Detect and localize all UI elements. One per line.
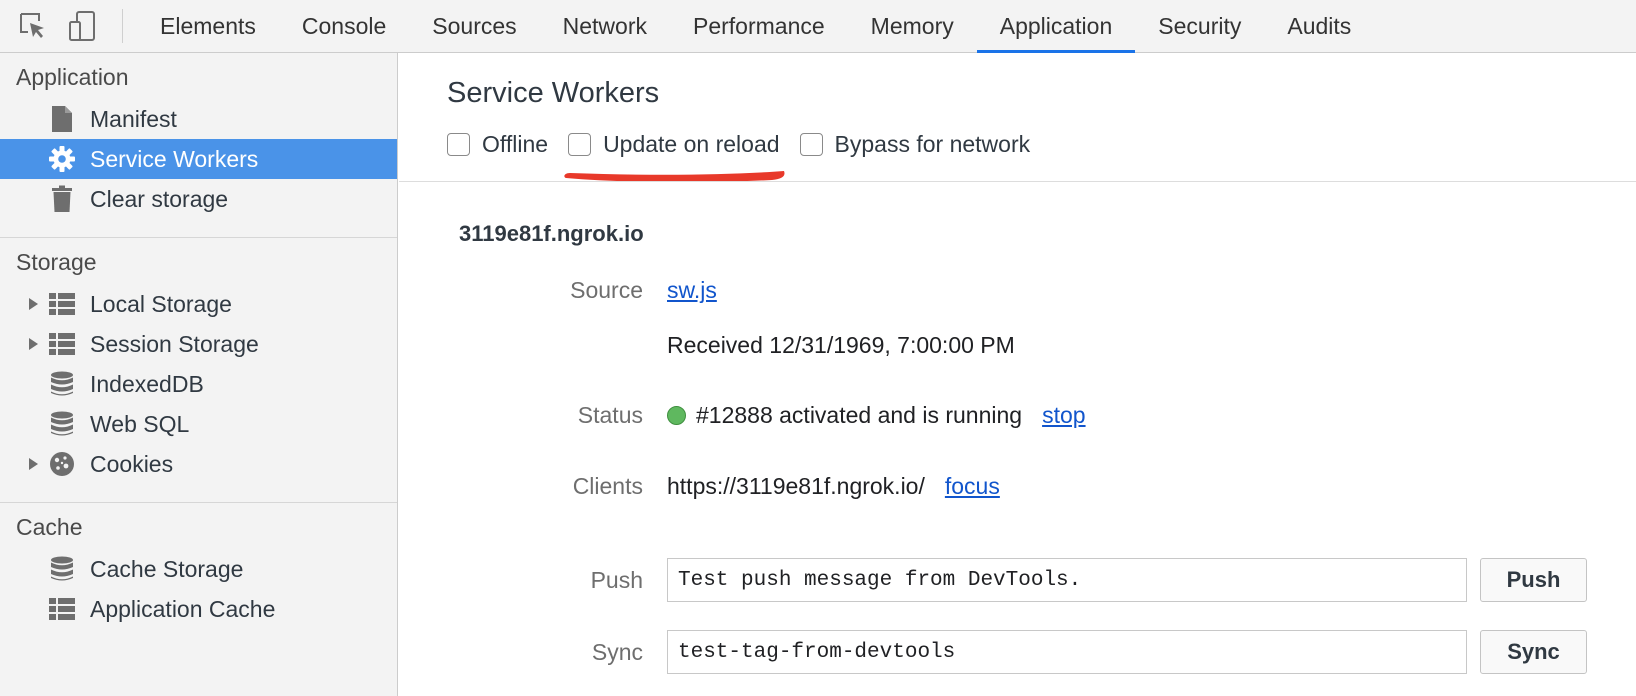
devtools-tab-bar: Elements Console Sources Network Perform… xyxy=(0,0,1636,53)
source-label: Source xyxy=(570,277,643,303)
table-icon xyxy=(48,595,76,623)
update-on-reload-checkbox[interactable] xyxy=(568,133,592,156)
sidebar-item-label: Clear storage xyxy=(90,185,229,212)
sidebar-item-indexeddb[interactable]: IndexedDB xyxy=(0,364,397,404)
sync-label: Sync xyxy=(591,638,643,665)
tab-console[interactable]: Console xyxy=(279,0,409,52)
tab-elements[interactable]: Elements xyxy=(137,0,279,52)
sidebar-section-storage: Storage xyxy=(16,249,97,275)
clients-label: Clients xyxy=(572,473,643,499)
sidebar-item-label: Web SQL xyxy=(90,410,190,437)
bypass-for-network-option[interactable]: Bypass for network xyxy=(799,131,1031,158)
sidebar-item-label: Cookies xyxy=(90,450,174,477)
sidebar-item-application-cache[interactable]: Application Cache xyxy=(0,589,397,629)
sidebar-item-label: Manifest xyxy=(90,105,177,132)
service-workers-panel: Service Workers Offline Update on reload… xyxy=(399,53,1636,696)
database-icon xyxy=(48,410,76,438)
sidebar-item-service-workers[interactable]: Service Workers xyxy=(0,139,397,179)
sidebar: Application Manifest Service Workers Cle… xyxy=(0,53,398,696)
sidebar-item-web-sql[interactable]: Web SQL xyxy=(0,404,397,444)
offline-option[interactable]: Offline xyxy=(447,131,548,158)
status-indicator-icon xyxy=(667,406,686,425)
tab-security[interactable]: Security xyxy=(1135,0,1264,52)
database-icon xyxy=(48,370,76,398)
document-icon xyxy=(48,105,76,133)
push-row: Push Test push message from DevTools. Pu… xyxy=(399,558,1636,602)
red-underline-annotation xyxy=(564,171,785,183)
client-url: https://3119e81f.ngrok.io/ xyxy=(667,473,925,499)
worker-origin: 3119e81f.ngrok.io xyxy=(459,221,644,246)
sidebar-item-cache-storage[interactable]: Cache Storage xyxy=(0,549,397,589)
received-row: Received 12/31/1969, 7:00:00 PM xyxy=(399,332,1636,359)
status-label: Status xyxy=(577,402,643,428)
sidebar-item-label: Cache Storage xyxy=(90,555,244,582)
cookie-icon xyxy=(48,450,76,478)
sidebar-section-application: Application xyxy=(16,64,129,90)
tab-audits[interactable]: Audits xyxy=(1264,0,1374,52)
sync-tag-input[interactable]: test-tag-from-devtools xyxy=(667,630,1467,674)
toolbar-separator xyxy=(122,9,123,43)
sidebar-item-label: Session Storage xyxy=(90,330,259,357)
sidebar-item-manifest[interactable]: Manifest xyxy=(0,99,397,139)
table-icon xyxy=(48,290,76,318)
offline-checkbox[interactable] xyxy=(447,133,470,156)
table-icon xyxy=(48,330,76,358)
focus-link[interactable]: focus xyxy=(945,473,1000,500)
status-text: #12888 activated and is running xyxy=(696,402,1023,428)
trash-icon xyxy=(48,185,76,213)
push-message-input[interactable]: Test push message from DevTools. xyxy=(667,558,1467,602)
tab-sources[interactable]: Sources xyxy=(409,0,539,52)
update-on-reload-option[interactable]: Update on reload xyxy=(568,131,780,158)
sidebar-item-clear-storage[interactable]: Clear storage xyxy=(0,179,397,219)
expand-triangle-icon[interactable] xyxy=(25,297,41,311)
source-link[interactable]: sw.js xyxy=(667,277,717,304)
clients-row: Clients https://3119e81f.ngrok.io/ focus xyxy=(399,473,1636,500)
bypass-for-network-checkbox[interactable] xyxy=(799,133,823,156)
offline-label: Offline xyxy=(482,131,549,157)
panel-divider xyxy=(399,181,1636,182)
sidebar-item-label: Service Workers xyxy=(90,145,259,172)
tab-performance[interactable]: Performance xyxy=(670,0,848,52)
status-row: Status #12888 activated and is running s… xyxy=(399,402,1636,429)
device-toolbar-icon[interactable] xyxy=(58,0,108,52)
sidebar-item-label: IndexedDB xyxy=(90,370,204,397)
gear-icon xyxy=(48,145,76,173)
database-icon xyxy=(48,555,76,583)
sync-button[interactable]: Sync xyxy=(1480,630,1587,674)
expand-triangle-icon[interactable] xyxy=(25,457,41,471)
received-timestamp: Received 12/31/1969, 7:00:00 PM xyxy=(667,332,1015,358)
push-button[interactable]: Push xyxy=(1480,558,1587,602)
bypass-for-network-label: Bypass for network xyxy=(834,131,1031,157)
service-worker-options: Offline Update on reload Bypass for netw… xyxy=(447,131,1050,158)
sync-row: Sync test-tag-from-devtools Sync xyxy=(399,630,1636,674)
update-on-reload-label: Update on reload xyxy=(603,131,780,157)
sidebar-item-local-storage[interactable]: Local Storage xyxy=(0,284,397,324)
stop-link[interactable]: stop xyxy=(1042,402,1085,429)
sidebar-section-cache: Cache xyxy=(16,514,83,540)
sidebar-item-session-storage[interactable]: Session Storage xyxy=(0,324,397,364)
push-label: Push xyxy=(590,566,643,593)
sidebar-item-label: Local Storage xyxy=(90,290,232,317)
source-row: Source sw.js xyxy=(399,277,1636,304)
expand-triangle-icon[interactable] xyxy=(25,337,41,351)
tab-network[interactable]: Network xyxy=(540,0,670,52)
tab-application[interactable]: Application xyxy=(976,0,1136,53)
sidebar-item-label: Application Cache xyxy=(90,595,276,622)
inspect-element-icon[interactable] xyxy=(8,0,58,52)
sidebar-item-cookies[interactable]: Cookies xyxy=(0,444,397,484)
tab-memory[interactable]: Memory xyxy=(848,0,977,52)
page-title: Service Workers xyxy=(447,77,660,109)
